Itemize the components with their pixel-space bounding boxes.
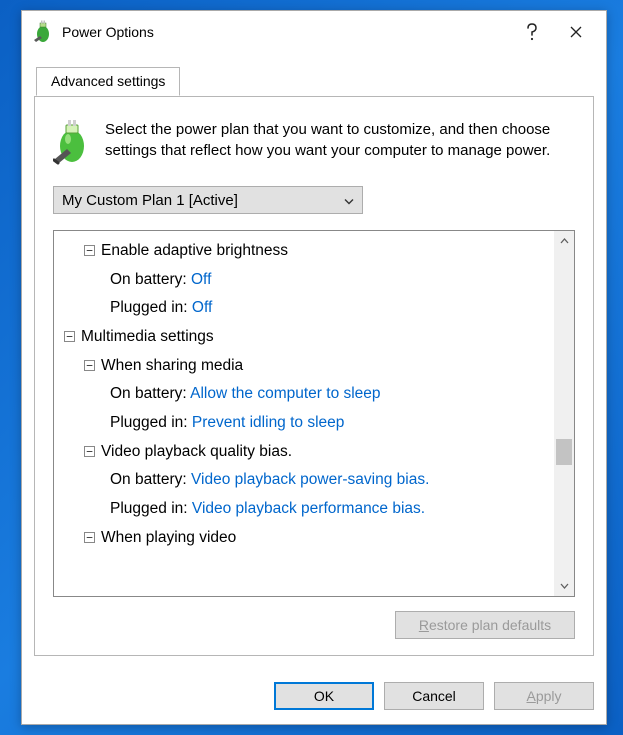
tree-node-video-bias-on-battery[interactable]: On battery: Video playback power-saving … xyxy=(58,466,548,495)
tree-node-sharing-on-battery[interactable]: On battery: Allow the computer to sleep xyxy=(58,380,548,409)
collapse-icon[interactable]: − xyxy=(84,245,95,256)
power-options-dialog: Power Options Advanced settings xyxy=(21,10,607,725)
value-link[interactable]: Off xyxy=(192,299,212,316)
value-link[interactable]: Off xyxy=(191,271,211,288)
close-button[interactable] xyxy=(554,17,598,47)
collapse-icon[interactable]: − xyxy=(64,331,75,342)
tree-scrollbar[interactable] xyxy=(554,231,574,596)
cancel-button[interactable]: Cancel xyxy=(384,682,484,710)
titlebar: Power Options xyxy=(22,11,606,53)
tree-node-sharing-media[interactable]: −When sharing media xyxy=(58,352,548,381)
tree-node-video-bias-plugged-in[interactable]: Plugged in: Video playback performance b… xyxy=(58,495,548,524)
settings-tree[interactable]: −Enable adaptive brightness On battery: … xyxy=(54,231,552,596)
dialog-body: Advanced settings S xyxy=(22,53,606,668)
tree-node-multimedia[interactable]: −Multimedia settings xyxy=(58,323,548,352)
value-link[interactable]: Video playback performance bias. xyxy=(192,500,425,517)
tree-node-sharing-plugged-in[interactable]: Plugged in: Prevent idling to sleep xyxy=(58,409,548,438)
tab-control: Advanced settings S xyxy=(34,67,594,656)
help-button[interactable] xyxy=(510,17,554,47)
collapse-icon[interactable]: − xyxy=(84,360,95,371)
tree-node-adaptive-plugged-in[interactable]: Plugged in: Off xyxy=(58,294,548,323)
value-link[interactable]: Video playback power-saving bias. xyxy=(191,471,429,488)
apply-button[interactable]: Apply xyxy=(494,682,594,710)
ok-button[interactable]: OK xyxy=(274,682,374,710)
value-link[interactable]: Prevent idling to sleep xyxy=(192,414,345,431)
battery-plug-icon xyxy=(32,20,54,44)
power-plan-select[interactable]: My Custom Plan 1 [Active] xyxy=(53,186,363,214)
chevron-down-icon xyxy=(344,192,354,209)
scroll-up-icon[interactable] xyxy=(554,231,574,251)
tree-node-adaptive-on-battery[interactable]: On battery: Off xyxy=(58,266,548,295)
collapse-icon[interactable]: − xyxy=(84,446,95,457)
tree-node-playing-video[interactable]: −When playing video xyxy=(58,524,548,553)
tab-advanced-settings[interactable]: Advanced settings xyxy=(36,67,180,96)
tab-panel: Select the power plan that you want to c… xyxy=(34,96,594,656)
intro-text: Select the power plan that you want to c… xyxy=(105,119,575,168)
scroll-thumb[interactable] xyxy=(556,439,572,465)
value-link[interactable]: Allow the computer to sleep xyxy=(190,385,380,402)
dialog-button-row: OK Cancel Apply xyxy=(22,668,606,724)
battery-icon xyxy=(53,119,91,168)
tree-node-video-bias[interactable]: −Video playback quality bias. xyxy=(58,438,548,467)
intro-row: Select the power plan that you want to c… xyxy=(53,119,575,168)
scroll-down-icon[interactable] xyxy=(554,576,574,596)
scroll-track[interactable] xyxy=(554,251,574,576)
settings-tree-container: −Enable adaptive brightness On battery: … xyxy=(53,230,575,597)
restore-row: Restore plan defaults xyxy=(53,597,575,639)
power-plan-selected: My Custom Plan 1 [Active] xyxy=(62,192,238,209)
restore-defaults-button[interactable]: Restore plan defaults xyxy=(395,611,575,639)
tree-node-adaptive-brightness[interactable]: −Enable adaptive brightness xyxy=(58,237,548,266)
window-title: Power Options xyxy=(62,24,510,40)
collapse-icon[interactable]: − xyxy=(84,532,95,543)
